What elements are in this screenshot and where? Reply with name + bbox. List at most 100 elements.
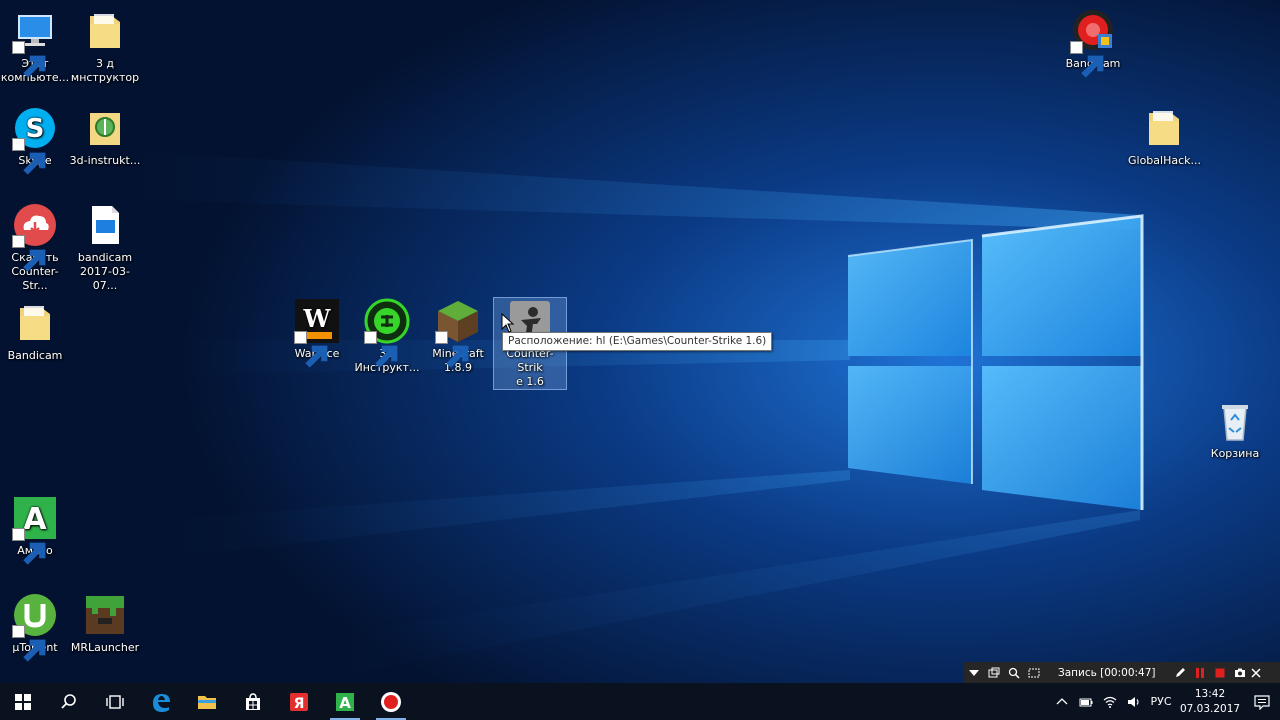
icon-label: GlobalHack... xyxy=(1128,154,1202,167)
mouse-cursor-icon xyxy=(501,313,515,333)
close-icon xyxy=(1250,667,1261,678)
desktop-icon-bandicam-folder[interactable]: Bandicam xyxy=(0,300,71,363)
store-icon xyxy=(246,692,260,710)
battery-icon xyxy=(1079,698,1093,706)
network-tray-button[interactable] xyxy=(1098,683,1122,720)
clock[interactable]: 13:42 07.03.2017 xyxy=(1176,687,1244,717)
volume-tray-button[interactable] xyxy=(1122,683,1146,720)
3d-instructor-icon xyxy=(364,298,410,368)
desktop-icon-3d-instructor-folder[interactable]: 3 д мнструктор xyxy=(69,8,141,85)
fullscreen-mode-button[interactable] xyxy=(984,662,1004,683)
file-explorer-icon xyxy=(198,695,216,709)
shortcut-arrow-icon xyxy=(1070,41,1104,78)
shortcut-arrow-icon xyxy=(12,138,46,175)
desktop-icon-globalhack[interactable]: GlobalHack... xyxy=(1128,105,1202,168)
mrlauncher-icon xyxy=(82,592,128,638)
taskbar-store[interactable] xyxy=(230,683,276,720)
amigo-icon: A xyxy=(336,692,354,712)
desktop-icon-download-cs[interactable]: Скачать Counter-Str... xyxy=(0,202,71,293)
taskbar-bandicam[interactable] xyxy=(368,683,414,720)
taskbar-yandex[interactable]: Я xyxy=(276,683,322,720)
desktop-icon-recycle-bin[interactable]: Корзина xyxy=(1199,398,1271,461)
area-select-icon xyxy=(1028,668,1040,677)
icon-label: MRLauncher xyxy=(70,641,140,654)
window-mode-icon xyxy=(988,667,1000,677)
desktop-icon-utorrent[interactable]: µTorrent xyxy=(0,592,71,662)
warface-icon: W xyxy=(294,298,340,368)
desktop-icon-minecraft[interactable]: Minecraft 1.8.9 xyxy=(422,298,494,375)
taskbar: Я A РУС 13:42 07.03.2017 xyxy=(0,683,1280,720)
shortcut-arrow-icon xyxy=(12,528,46,565)
desktop-icon-3d-instructor[interactable]: 3D Инструкт... xyxy=(351,298,423,375)
wifi-icon xyxy=(1103,696,1117,708)
magnifier-icon xyxy=(1008,667,1020,679)
collapse-button[interactable] xyxy=(964,662,984,683)
download-cloud-icon xyxy=(12,202,58,272)
search-icon xyxy=(61,693,76,709)
computer-icon xyxy=(12,8,58,78)
skype-icon: S xyxy=(12,105,58,175)
desktop-icon-mrlauncher[interactable]: MRLauncher xyxy=(69,592,141,655)
show-hidden-icons-button[interactable] xyxy=(1050,683,1074,720)
icon-label: Bandicam xyxy=(7,349,63,362)
draw-button[interactable] xyxy=(1170,662,1190,683)
yandex-icon: Я xyxy=(290,692,308,712)
minecraft-icon xyxy=(435,298,481,368)
shortcut-arrow-icon xyxy=(435,331,469,368)
svg-text:Я: Я xyxy=(294,696,305,712)
screenshot-button[interactable] xyxy=(1230,662,1250,683)
clock-date: 07.03.2017 xyxy=(1179,702,1241,715)
chevron-up-icon xyxy=(1056,697,1068,704)
task-view-button[interactable] xyxy=(92,683,138,720)
notifications-icon xyxy=(1254,694,1270,710)
recycle-bin-icon xyxy=(1212,398,1258,444)
system-tray: РУС 13:42 07.03.2017 xyxy=(1050,683,1280,720)
shortcut-arrow-icon xyxy=(12,41,46,78)
clock-time: 13:42 xyxy=(1194,687,1226,700)
video-file-icon xyxy=(82,202,128,248)
stop-icon xyxy=(1215,668,1225,677)
amigo-icon: A xyxy=(12,495,58,565)
start-button[interactable] xyxy=(0,683,46,720)
desktop-icon-this-pc[interactable]: Этот компьюте... xyxy=(0,8,71,85)
pause-button[interactable] xyxy=(1190,662,1210,683)
chevron-down-icon xyxy=(969,669,979,676)
svg-text:W: W xyxy=(303,304,332,333)
taskbar-amigo[interactable]: A xyxy=(322,683,368,720)
select-area-button[interactable] xyxy=(1024,662,1044,683)
recording-timer: Запись [00:00:47] xyxy=(1058,666,1156,679)
pencil-icon xyxy=(1175,667,1185,677)
folder-icon xyxy=(1141,105,1187,151)
svg-text:A: A xyxy=(339,694,351,712)
stop-button[interactable] xyxy=(1210,662,1230,683)
action-center-button[interactable] xyxy=(1244,683,1280,720)
icon-label: Корзина xyxy=(1210,447,1260,460)
close-bar-button[interactable] xyxy=(1250,662,1262,683)
desktop-icon-amigo[interactable]: A Амиго xyxy=(0,495,71,565)
desktop-icon-bandicam-app[interactable]: Bandicam xyxy=(1057,8,1129,78)
bandicam-recording-bar: Запись [00:00:47] xyxy=(964,662,1280,683)
utorrent-icon xyxy=(12,592,58,662)
pause-icon xyxy=(1195,667,1204,678)
search-button[interactable] xyxy=(46,683,92,720)
task-view-icon xyxy=(106,694,124,709)
windows-logo-icon xyxy=(15,693,31,710)
icon-label: bandicam 2017-03-07... xyxy=(77,251,133,292)
desktop-icon-bandicam-video[interactable]: bandicam 2017-03-07... xyxy=(69,202,141,293)
taskbar-edge[interactable] xyxy=(138,683,184,720)
desktop-wallpaper xyxy=(0,0,1280,720)
speaker-icon xyxy=(1128,696,1139,707)
desktop-icon-warface[interactable]: W Warface xyxy=(281,298,353,368)
icon-label: Counter-Strik e 1.6 xyxy=(506,347,554,388)
language-indicator[interactable]: РУС xyxy=(1146,695,1176,708)
bandicam-icon xyxy=(381,691,401,712)
zoom-button[interactable] xyxy=(1004,662,1024,683)
desktop-icon-3d-instrukt-file[interactable]: 3d-instrukt... xyxy=(69,105,141,168)
taskbar-file-explorer[interactable] xyxy=(184,683,230,720)
shortcut-arrow-icon xyxy=(12,235,46,272)
desktop-icon-skype[interactable]: S Skype xyxy=(0,105,71,175)
edge-icon xyxy=(153,693,170,712)
icon-label: 3d-instrukt... xyxy=(69,154,141,167)
location-tooltip: Расположение: hl (E:\Games\Counter-Strik… xyxy=(502,332,773,351)
power-tray-button[interactable] xyxy=(1074,683,1098,720)
